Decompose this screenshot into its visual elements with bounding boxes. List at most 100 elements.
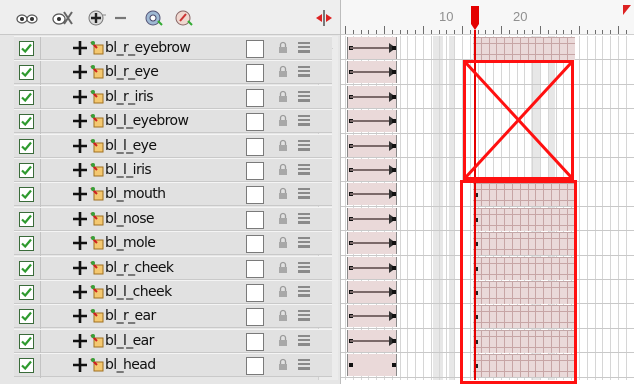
add-drawing-icon[interactable] xyxy=(173,8,195,28)
lock-icon[interactable] xyxy=(278,261,288,274)
layer-color-swatch[interactable] xyxy=(246,308,264,327)
lock-icon[interactable] xyxy=(278,163,288,176)
layer-row[interactable]: bl_nose xyxy=(14,206,332,232)
exposure-cell[interactable] xyxy=(347,305,397,328)
expand-plus-icon[interactable] xyxy=(72,333,88,349)
layer-color-swatch[interactable] xyxy=(246,210,264,229)
outline-icon[interactable] xyxy=(297,212,311,225)
exposure-cell[interactable] xyxy=(347,232,397,255)
exposure-cell[interactable] xyxy=(347,207,397,230)
layer-row[interactable]: bl_l_cheek xyxy=(14,280,332,305)
layer-row[interactable]: bl_r_eyebrow xyxy=(14,36,332,61)
outline-icon[interactable] xyxy=(297,261,311,274)
expand-plus-icon[interactable] xyxy=(72,284,88,300)
outline-icon[interactable] xyxy=(297,236,311,249)
playhead-marker[interactable] xyxy=(470,6,480,30)
layer-color-swatch[interactable] xyxy=(246,235,264,254)
outline-icon[interactable] xyxy=(297,163,311,176)
exposure-cell[interactable] xyxy=(347,85,397,108)
lock-icon[interactable] xyxy=(278,65,288,78)
lock-icon[interactable] xyxy=(278,358,288,371)
outline-icon[interactable] xyxy=(297,139,311,152)
exposure-cell[interactable] xyxy=(347,329,397,352)
outline-icon[interactable] xyxy=(297,309,311,322)
exposure-cell[interactable] xyxy=(347,61,397,84)
outline-icon[interactable] xyxy=(297,65,311,78)
layer-row[interactable]: bl_l_ear xyxy=(14,328,332,354)
expand-plus-icon[interactable] xyxy=(72,40,88,56)
outline-icon[interactable] xyxy=(297,187,311,200)
layer-color-swatch[interactable] xyxy=(246,357,264,376)
visibility-checkbox[interactable] xyxy=(19,211,34,227)
visibility-checkbox[interactable] xyxy=(19,114,34,130)
lock-icon[interactable] xyxy=(278,212,288,225)
outline-icon[interactable] xyxy=(297,41,311,54)
lock-icon[interactable] xyxy=(278,285,288,298)
layer-row[interactable]: bl_l_eyebrow xyxy=(14,109,332,135)
lock-icon[interactable] xyxy=(278,90,288,103)
visibility-checkbox[interactable] xyxy=(19,65,34,81)
visibility-checkbox[interactable] xyxy=(19,309,34,325)
delete-layer-icon[interactable] xyxy=(112,8,130,28)
exposure-cell[interactable] xyxy=(347,37,397,59)
exposure-cell[interactable] xyxy=(347,159,397,181)
layer-color-swatch[interactable] xyxy=(246,162,264,180)
visibility-checkbox[interactable] xyxy=(19,358,34,374)
visibility-checkbox[interactable] xyxy=(19,41,34,56)
expand-plus-icon[interactable] xyxy=(72,308,88,324)
layer-row[interactable]: bl_r_eye xyxy=(14,60,332,86)
visibility-checkbox[interactable] xyxy=(19,138,34,154)
expand-plus-icon[interactable] xyxy=(72,113,88,129)
exposure-cell[interactable] xyxy=(347,134,397,157)
expand-plus-icon[interactable] xyxy=(72,357,88,373)
lock-icon[interactable] xyxy=(278,334,288,347)
layer-row[interactable]: bl_head xyxy=(14,353,332,379)
expand-plus-icon[interactable] xyxy=(72,235,88,251)
layer-row[interactable]: bl_l_iris xyxy=(14,158,332,183)
layer-color-swatch[interactable] xyxy=(246,284,264,302)
lock-icon[interactable] xyxy=(278,41,288,54)
layer-row[interactable]: bl_r_cheek xyxy=(14,255,332,281)
expand-plus-icon[interactable] xyxy=(72,89,88,105)
visibility-checkbox[interactable] xyxy=(19,333,34,349)
layer-color-swatch[interactable] xyxy=(246,113,264,132)
expand-plus-icon[interactable] xyxy=(72,64,88,80)
show-all-icon[interactable] xyxy=(14,8,40,28)
layer-row[interactable]: bl_r_iris xyxy=(14,84,332,110)
visibility-checkbox[interactable] xyxy=(19,187,34,203)
visibility-checkbox[interactable] xyxy=(19,89,34,105)
exposure-cell[interactable] xyxy=(347,281,397,303)
expand-plus-icon[interactable] xyxy=(72,211,88,227)
exposure-strip[interactable] xyxy=(473,37,575,60)
layer-row[interactable]: bl_l_eye xyxy=(14,133,332,159)
timeline-ruler[interactable]: 10 20 xyxy=(341,0,634,35)
visibility-checkbox[interactable] xyxy=(19,236,34,252)
add-peg-icon[interactable] xyxy=(143,8,165,28)
exposure-cell[interactable] xyxy=(347,354,397,377)
layer-color-swatch[interactable] xyxy=(246,332,264,351)
outline-icon[interactable] xyxy=(297,285,311,298)
lock-icon[interactable] xyxy=(278,139,288,152)
lock-icon[interactable] xyxy=(278,187,288,200)
layer-color-swatch[interactable] xyxy=(246,40,264,58)
layer-row[interactable]: bl_mouth xyxy=(14,182,332,208)
layer-row[interactable]: bl_r_ear xyxy=(14,304,332,330)
layer-color-swatch[interactable] xyxy=(246,64,264,83)
expand-plus-icon[interactable] xyxy=(72,186,88,202)
lock-icon[interactable] xyxy=(278,236,288,249)
outline-icon[interactable] xyxy=(297,334,311,347)
lock-icon[interactable] xyxy=(278,114,288,127)
expand-plus-icon[interactable] xyxy=(72,138,88,154)
add-layer-icon[interactable] xyxy=(86,8,108,28)
hide-all-icon[interactable] xyxy=(49,8,75,28)
layer-color-swatch[interactable] xyxy=(246,137,264,156)
outline-icon[interactable] xyxy=(297,90,311,103)
layer-color-swatch[interactable] xyxy=(246,88,264,107)
exposure-cell[interactable] xyxy=(347,256,397,279)
expand-plus-icon[interactable] xyxy=(72,260,88,276)
outline-icon[interactable] xyxy=(297,358,311,371)
visibility-checkbox[interactable] xyxy=(19,285,34,300)
expand-plus-icon[interactable] xyxy=(72,162,88,178)
lock-icon[interactable] xyxy=(278,309,288,322)
layer-color-swatch[interactable] xyxy=(246,186,264,205)
